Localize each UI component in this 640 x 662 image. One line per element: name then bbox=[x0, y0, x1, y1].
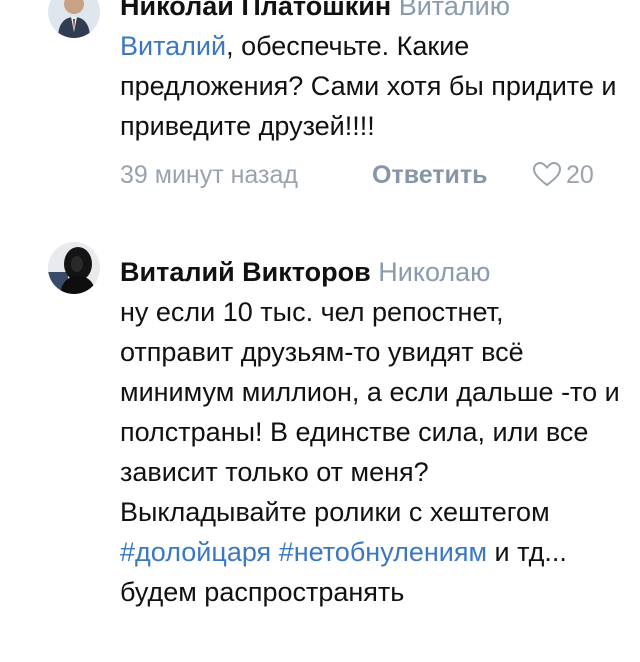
like-button[interactable]: 20 bbox=[532, 158, 594, 192]
author-name[interactable]: Николай Платошкин bbox=[120, 0, 391, 21]
comment-header: Виталий Викторов Николаю bbox=[120, 252, 620, 292]
avatar[interactable] bbox=[48, 0, 100, 38]
timestamp[interactable]: 39 минут назад bbox=[120, 158, 298, 192]
comment-text: ну если 10 тыс. чел репостнет, отправит … bbox=[120, 292, 620, 612]
author-name[interactable]: Виталий Викторов bbox=[120, 257, 371, 287]
comment-text-body: ну если 10 тыс. чел репостнет, отправит … bbox=[120, 297, 620, 527]
like-count: 20 bbox=[566, 161, 594, 189]
avatar[interactable] bbox=[48, 242, 100, 294]
hashtag-link[interactable]: #долойцаря bbox=[120, 537, 271, 567]
avatar-photo bbox=[48, 0, 100, 38]
comment-header: Николай Платошкин Виталию bbox=[120, 0, 620, 26]
comment-text: Виталий, обеспечьте. Какие предложения? … bbox=[120, 26, 620, 146]
avatar-photo bbox=[48, 242, 100, 294]
mention-link[interactable]: Виталий bbox=[120, 31, 226, 61]
comment-meta: 39 минут назад Ответить 20 bbox=[120, 158, 620, 192]
reply-button[interactable]: Ответить bbox=[372, 158, 488, 192]
reply-to-name[interactable]: Виталию bbox=[399, 0, 510, 21]
hashtag-link[interactable]: #нетобнулениям bbox=[279, 537, 487, 567]
reply-to-name[interactable]: Николаю bbox=[378, 257, 490, 287]
heart-outline-icon bbox=[532, 161, 562, 187]
